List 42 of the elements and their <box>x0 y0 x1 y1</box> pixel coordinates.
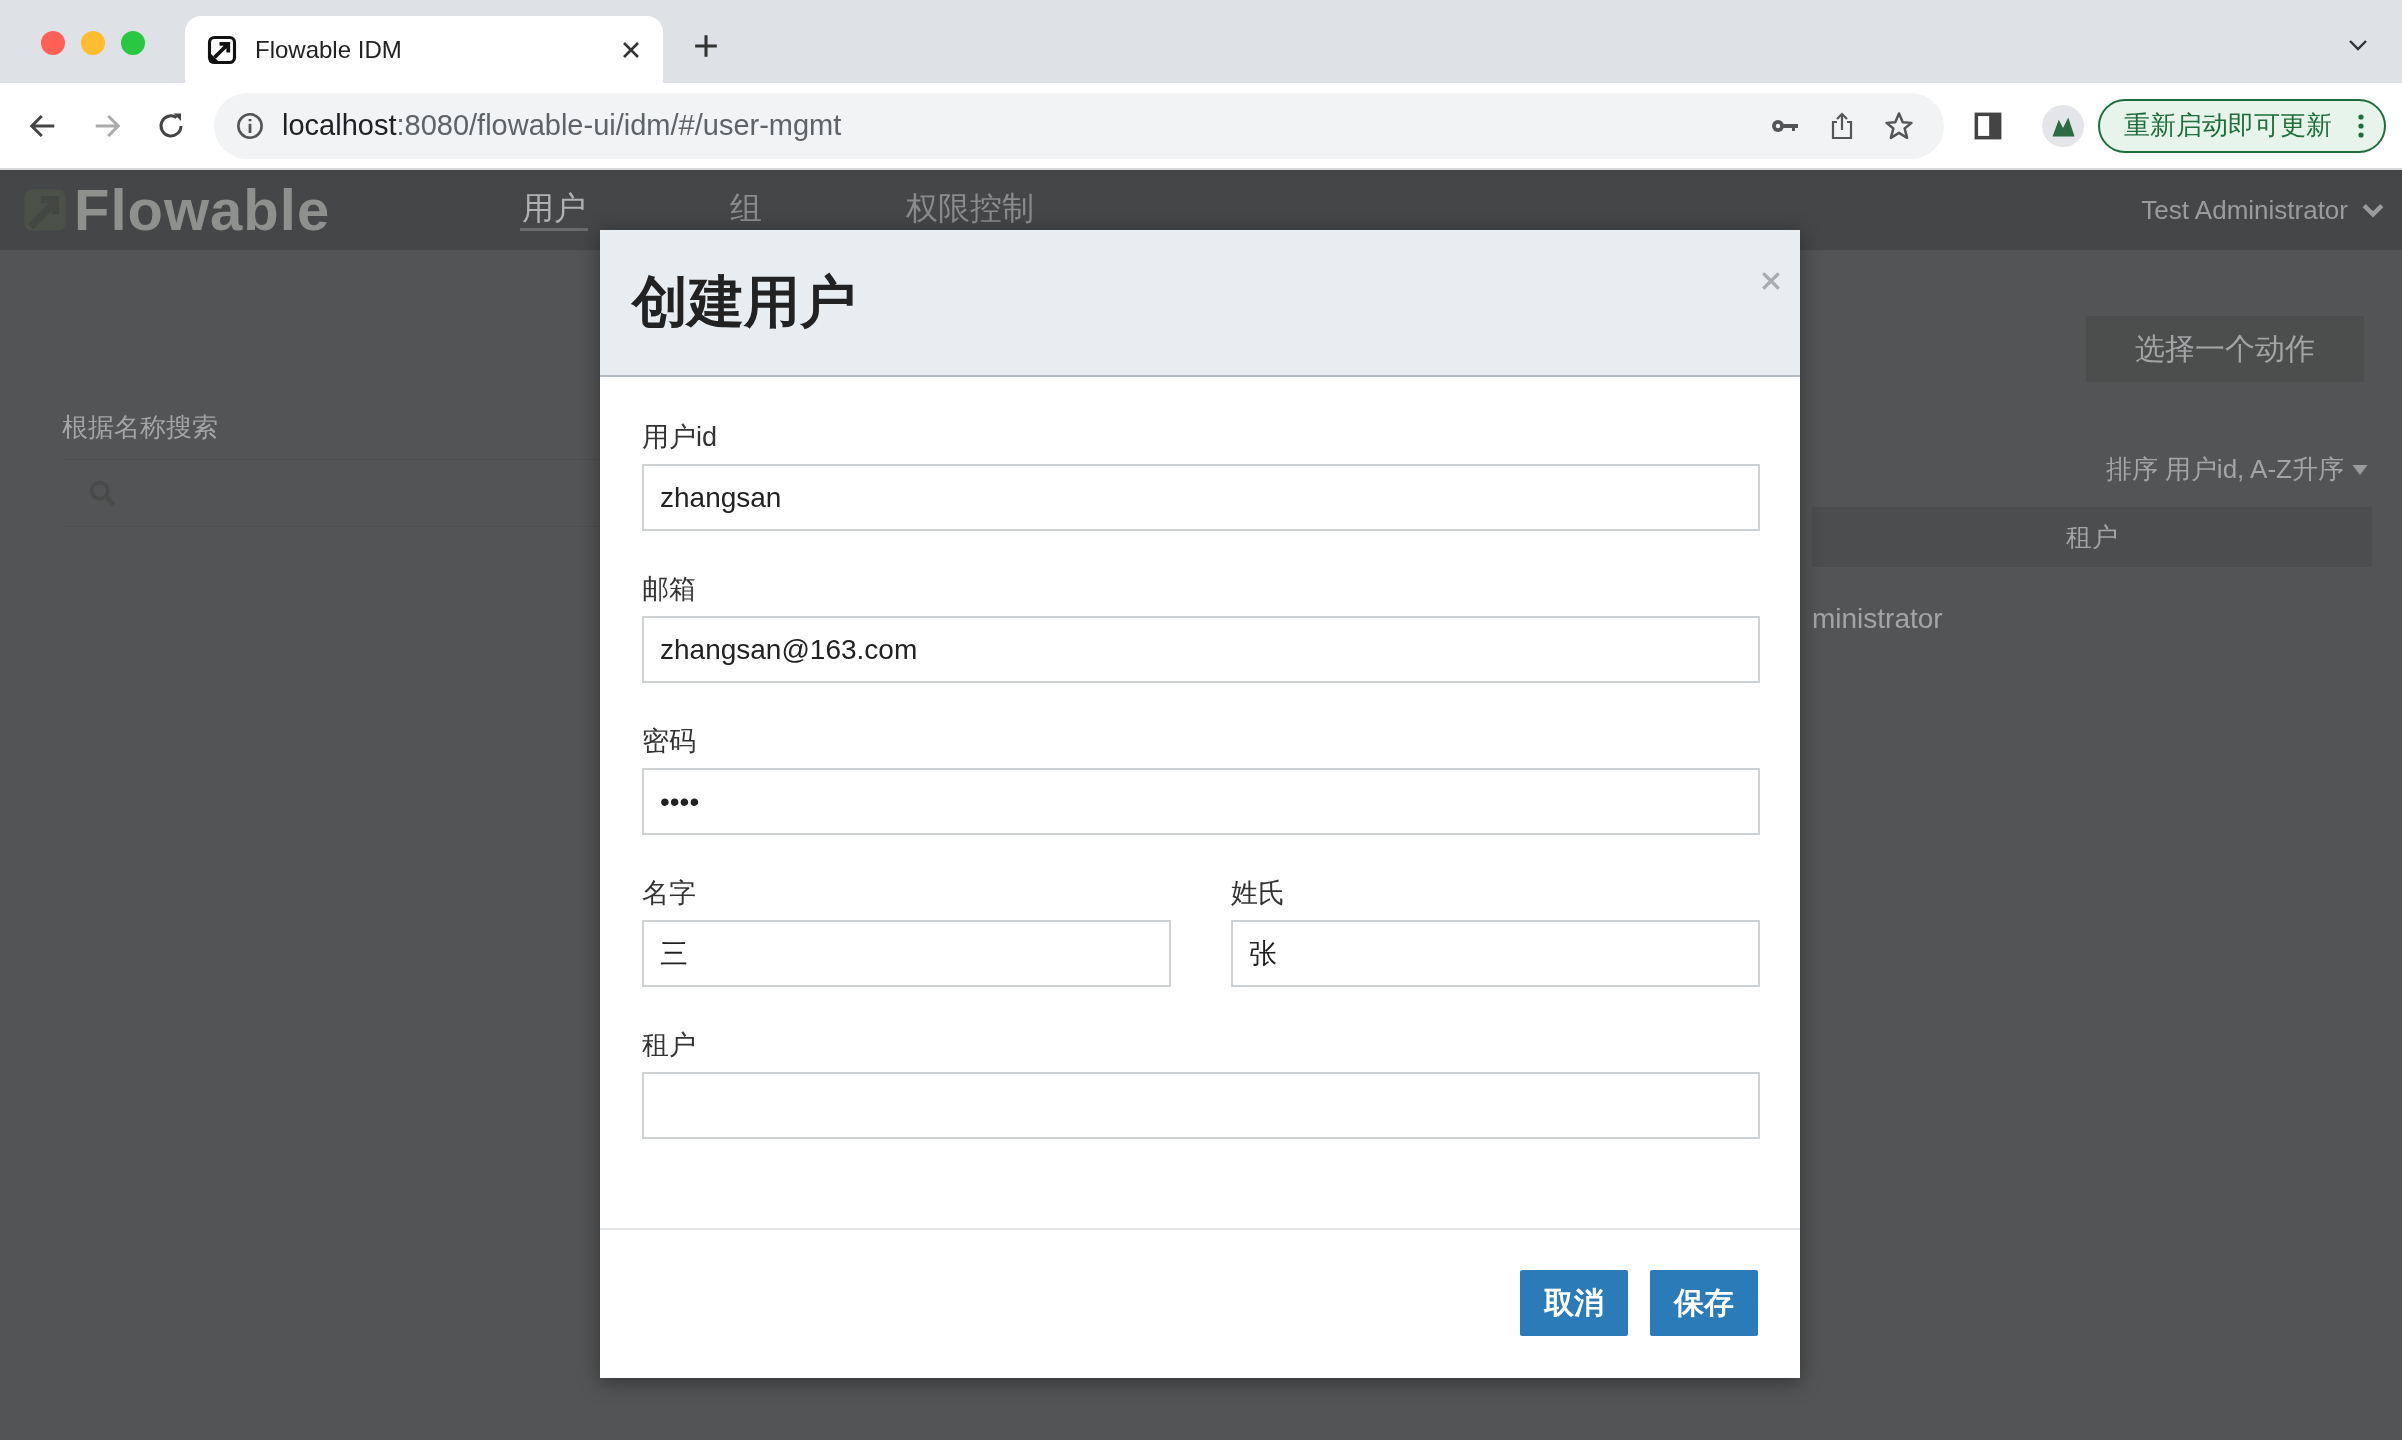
dialog-title: 创建用户 <box>632 268 856 335</box>
side-panel-icon[interactable] <box>1974 111 2002 140</box>
action-dropdown-button[interactable]: 选择一个动作 <box>2086 316 2364 382</box>
tab-search-icon[interactable] <box>2348 39 2368 51</box>
field-label: 姓氏 <box>1231 877 1286 910</box>
table-cell: ministrator <box>1812 603 1943 635</box>
field-label: 密码 <box>642 725 697 758</box>
user-menu[interactable]: Test Administrator <box>2141 194 2348 226</box>
share-icon[interactable] <box>1830 111 1854 140</box>
close-tab-icon[interactable] <box>621 39 641 60</box>
browser-tab[interactable]: Flowable IDM <box>185 16 663 83</box>
search-label: 根据名称搜索 <box>62 411 219 444</box>
field-label: 名字 <box>642 877 697 910</box>
sort-dropdown[interactable]: 排序 用户id, A-Z升序 <box>2105 452 2344 487</box>
table-header: 租户 <box>1812 507 2372 567</box>
info-icon[interactable] <box>236 111 264 140</box>
bookmark-star-icon[interactable] <box>1884 110 1914 141</box>
nav-tab[interactable]: 组 <box>728 189 764 231</box>
flowable-logo-text: Flowable <box>74 178 331 242</box>
save-button[interactable]: 保存 <box>1650 1270 1758 1336</box>
address-bar[interactable]: localhost:8080/flowable-ui/idm/#/user-mgmt <box>214 92 1944 159</box>
nav-tab[interactable]: 用户 <box>520 189 588 231</box>
input-field[interactable]: 三 <box>642 920 1171 987</box>
field-label: 用户id <box>642 421 718 454</box>
arrow-logo-icon <box>207 34 237 65</box>
url-path: :8080/flowable-ui/idm/#/user-mgmt <box>396 109 842 141</box>
new-tab-icon[interactable] <box>693 33 719 59</box>
relaunch-update-button[interactable]: 重新启动即可更新 <box>2098 98 2386 153</box>
profile-avatar-icon[interactable] <box>2042 104 2084 147</box>
cancel-button[interactable]: 取消 <box>1520 1270 1628 1336</box>
input-field[interactable]: zhangsan <box>642 464 1760 531</box>
url-host: localhost <box>282 109 397 141</box>
caret-down-icon[interactable] <box>2352 464 2368 475</box>
input-field[interactable]: 张 <box>1231 920 1760 987</box>
field-label: 邮箱 <box>642 573 697 606</box>
field-label: 租户 <box>642 1029 697 1062</box>
input-field[interactable]: zhangsan@163.com <box>642 616 1760 683</box>
input-field[interactable]: •••• <box>642 768 1760 835</box>
more-icon[interactable] <box>2358 113 2364 138</box>
input-field[interactable] <box>642 1072 1760 1139</box>
chevron-down-icon[interactable] <box>2362 202 2384 218</box>
nav-tab[interactable]: 权限控制 <box>904 189 1036 231</box>
